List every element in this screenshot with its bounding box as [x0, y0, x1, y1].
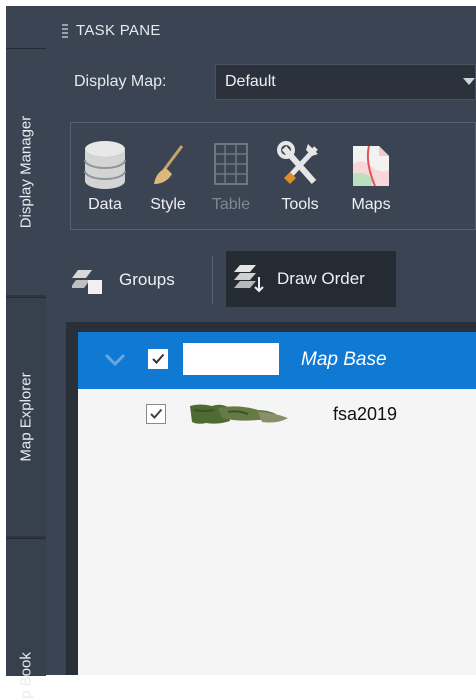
- table-icon: [214, 143, 248, 185]
- table-button-label: Table: [211, 196, 251, 213]
- task-pane-title: TASK PANE: [76, 22, 161, 39]
- tab-map-book[interactable]: p Book: [6, 538, 46, 699]
- tab-map-explorer-label: Map Explorer: [17, 372, 35, 462]
- tab-map-book-label: p Book: [17, 652, 35, 699]
- task-pane-title-bar[interactable]: TASK PANE: [6, 6, 476, 48]
- draw-order-icon: [234, 265, 264, 293]
- data-button-label: Data: [88, 196, 122, 213]
- maps-button-label: Maps: [351, 196, 391, 213]
- style-button-label: Style: [150, 196, 186, 213]
- layer-checkbox-fsa2019[interactable]: [146, 404, 166, 424]
- toolbar-divider: [212, 256, 213, 304]
- layer-name-map-base: Map Base: [301, 349, 387, 370]
- tab-map-explorer[interactable]: Map Explorer: [6, 297, 46, 536]
- database-icon: [84, 141, 126, 189]
- layer-name-fsa2019: fsa2019: [333, 404, 398, 424]
- groups-icon: [72, 270, 102, 294]
- brush-icon: [154, 145, 184, 184]
- style-button[interactable]: Style: [142, 130, 194, 226]
- display-map-value: Default: [225, 73, 276, 90]
- tools-button-label: Tools: [281, 196, 319, 213]
- tools-icon: [277, 141, 318, 184]
- layer-checkbox-map-base[interactable]: [148, 349, 168, 369]
- checkmark-icon: [152, 353, 165, 364]
- maps-button[interactable]: Maps: [340, 130, 402, 226]
- groups-button-label: Groups: [119, 270, 175, 289]
- chevron-down-icon: [463, 78, 475, 85]
- display-map-select[interactable]: Default: [215, 64, 476, 100]
- layer-thumbnail-fsa2019: [190, 404, 288, 424]
- data-button[interactable]: Data: [76, 130, 134, 226]
- tab-display-manager-label: Display Manager: [17, 115, 35, 229]
- map-icon: [353, 145, 389, 187]
- checkmark-icon: [150, 408, 163, 419]
- draw-order-button[interactable]: Draw Order: [226, 251, 396, 307]
- draw-order-button-label: Draw Order: [277, 269, 365, 288]
- layer-thumbnail-map-base: [183, 343, 279, 375]
- tools-button[interactable]: Tools: [268, 130, 332, 226]
- table-button[interactable]: Table: [202, 130, 260, 226]
- expand-chevron-icon[interactable]: [104, 352, 126, 373]
- tab-display-manager[interactable]: Display Manager: [6, 48, 46, 295]
- drag-grip-icon[interactable]: [62, 24, 68, 40]
- display-map-label: Display Map:: [74, 73, 167, 90]
